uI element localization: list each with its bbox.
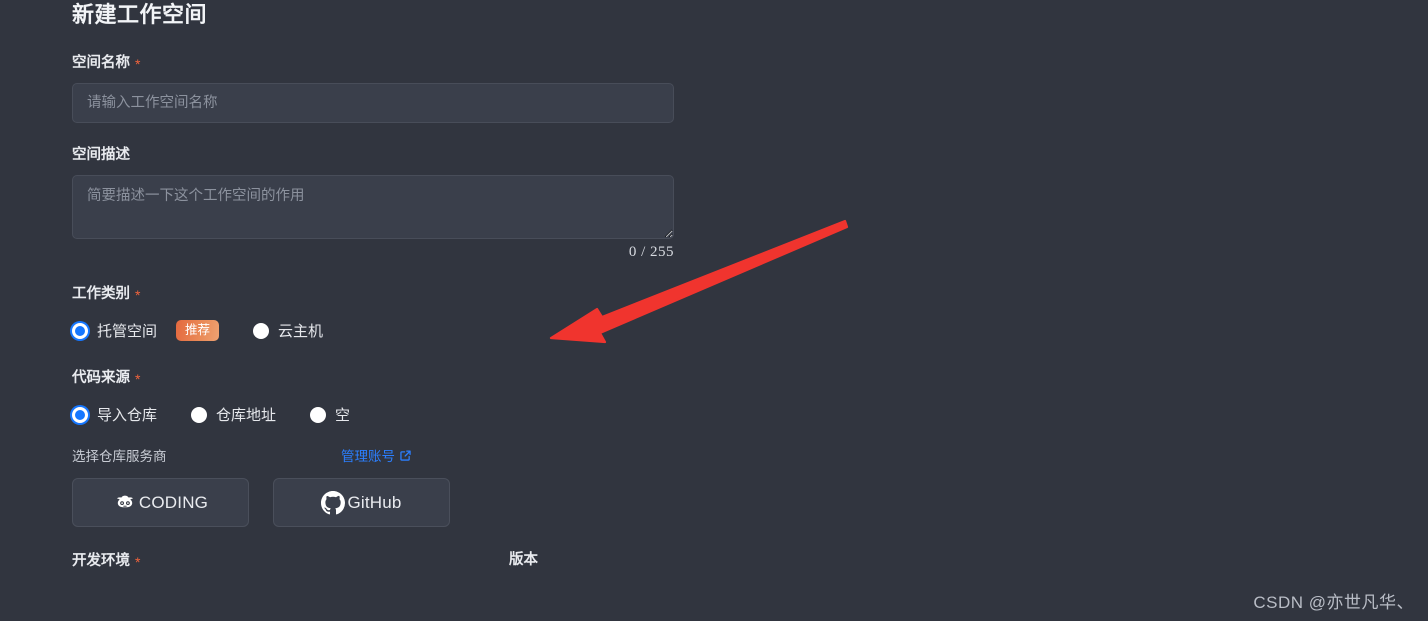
- radio-mark-unselected-icon[interactable]: [253, 322, 270, 339]
- repo-provider-header: 选择仓库服务商 管理账号: [72, 445, 412, 465]
- dev-env-label-text: 开发环境: [72, 553, 130, 569]
- repo-provider-sub-label: 选择仓库服务商: [72, 449, 167, 464]
- radio-mark-selected-icon[interactable]: [72, 322, 88, 339]
- radio-label: 空: [335, 407, 351, 424]
- provider-name: CODING: [138, 492, 209, 512]
- radio-label: 仓库地址: [216, 407, 277, 424]
- radio-label: 托管空间: [97, 323, 158, 340]
- page-title: 新建工作空间: [72, 2, 208, 27]
- dev-env-version-row: 开发环境 * 版本: [72, 550, 1362, 571]
- radio-mark-unselected-icon[interactable]: [310, 406, 327, 423]
- provider-name: GitHub: [347, 492, 402, 512]
- workspace-description-label: 空间描述: [72, 145, 1362, 165]
- required-asterisk: *: [135, 554, 141, 570]
- field-workspace-name: 空间名称 *: [72, 52, 1362, 123]
- code-source-radio-group: 导入仓库 仓库地址 空: [72, 404, 1362, 425]
- github-logo-icon: [321, 490, 346, 515]
- description-character-counter: 0 / 255: [628, 244, 674, 260]
- required-asterisk: *: [135, 287, 141, 303]
- radio-option-import-repo[interactable]: 导入仓库: [72, 404, 157, 425]
- recommended-badge: 推荐: [176, 320, 220, 341]
- manage-accounts-link[interactable]: 管理账号: [341, 445, 412, 465]
- radio-label: 导入仓库: [97, 407, 158, 424]
- field-dev-env: 开发环境 *: [72, 550, 509, 571]
- version-label-text: 版本: [509, 552, 538, 568]
- field-workspace-description: 空间描述 0 / 255: [72, 145, 1362, 261]
- field-code-source: 代码来源 * 导入仓库 仓库地址 空: [72, 367, 1362, 425]
- field-work-type: 工作类别 * 托管空间 推荐 云主机: [72, 283, 1362, 341]
- manage-accounts-link-text: 管理账号: [341, 449, 395, 464]
- watermark: CSDN @亦世凡华、: [1253, 593, 1414, 612]
- code-source-label: 代码来源 *: [72, 367, 1362, 388]
- radio-option-managed-workspace[interactable]: 托管空间 推荐: [72, 320, 220, 341]
- work-type-label-text: 工作类别: [72, 286, 130, 302]
- provider-button-coding[interactable]: CODING: [72, 478, 249, 527]
- workspace-description-textarea[interactable]: [72, 175, 674, 239]
- radio-mark-selected-icon[interactable]: [72, 406, 88, 423]
- required-asterisk: *: [135, 56, 141, 72]
- work-type-radio-group: 托管空间 推荐 云主机: [72, 320, 1362, 341]
- dev-env-label: 开发环境 *: [72, 550, 509, 571]
- workspace-name-label: 空间名称 *: [72, 52, 1362, 73]
- workspace-name-label-text: 空间名称: [72, 55, 130, 71]
- radio-option-cloud-host[interactable]: 云主机: [253, 320, 323, 341]
- version-label: 版本: [509, 550, 538, 570]
- radio-option-repo-url[interactable]: 仓库地址: [191, 404, 276, 425]
- new-workspace-page: 新建工作空间 空间名称 * 空间描述 0 / 255 工作类别 *: [0, 0, 1428, 621]
- provider-button-github[interactable]: GitHub: [273, 478, 450, 527]
- required-asterisk: *: [135, 371, 141, 387]
- workspace-name-input[interactable]: [72, 83, 674, 123]
- radio-option-empty[interactable]: 空: [310, 404, 350, 425]
- field-version: 版本: [509, 550, 538, 571]
- repo-provider-buttons: CODING GitHub: [72, 478, 1362, 527]
- coding-logo-icon: [113, 491, 137, 515]
- workspace-description-label-text: 空间描述: [72, 147, 130, 163]
- workspace-form: 新建工作空间 空间名称 * 空间描述 0 / 255 工作类别 *: [72, 0, 1362, 571]
- work-type-label: 工作类别 *: [72, 283, 1362, 304]
- radio-label: 云主机: [278, 323, 324, 340]
- code-source-label-text: 代码来源: [72, 370, 130, 386]
- external-link-icon: [399, 449, 412, 462]
- radio-mark-unselected-icon[interactable]: [191, 406, 208, 423]
